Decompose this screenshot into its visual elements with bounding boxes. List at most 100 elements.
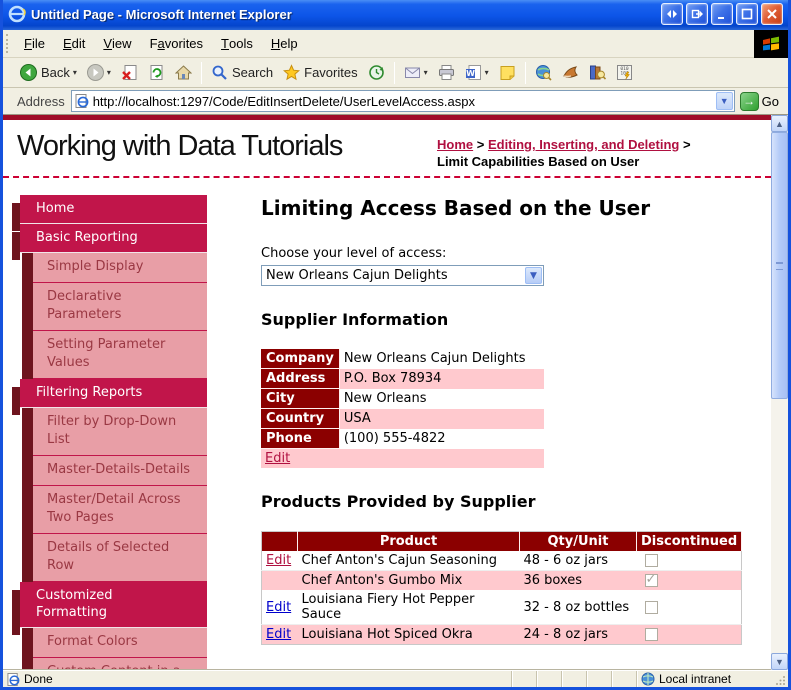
menu-tools[interactable]: Tools [212,30,262,57]
breadcrumb-separator: > [679,137,691,152]
mail-button[interactable]: ▾ [399,61,433,84]
resize-grip[interactable] [774,671,788,687]
sidebar-item-setting-parameter-values[interactable]: Setting Parameter Values [33,331,207,379]
home-button[interactable] [170,61,197,84]
sidebar-item-basic-reporting[interactable]: Basic Reporting [12,224,207,260]
titlebar-arrows-button[interactable] [661,3,683,25]
research-globe-button[interactable] [530,61,557,84]
sidebar-item-master-details-details[interactable]: Master-Details-Details [33,456,207,486]
word-dropdown-caret[interactable]: ▾ [485,68,489,77]
scrollbar-thumb[interactable] [771,132,788,399]
sidebar-item-home[interactable]: Home [12,195,207,231]
mail-dropdown-caret[interactable]: ▾ [424,68,428,77]
supplier-field-label: Address [261,368,340,389]
site-title: Working with Data Tutorials [17,130,343,162]
stop-icon [122,65,137,80]
discontinued-checkbox[interactable] [644,628,658,641]
table-row: City New Orleans [261,388,545,409]
status-pane: Done [3,672,511,686]
product-name-cell: Louisiana Fiery Hot Pepper Sauce [297,590,520,625]
scroll-up-button[interactable]: ▲ [771,115,788,132]
product-qty-cell: 24 - 8 oz jars [519,624,637,645]
supplier-field-value: USA [339,408,545,429]
sidebar-item-simple-display[interactable]: Simple Display [33,253,207,283]
forward-button[interactable]: ▾ [82,61,116,84]
research-books-button[interactable] [584,61,611,84]
back-dropdown-caret[interactable]: ▾ [73,68,77,77]
window-title: Untitled Page - Microsoft Internet Explo… [31,6,292,22]
product-edit-link[interactable]: Edit [266,553,291,568]
go-label: Go [761,93,779,109]
product-name-cell: Chef Anton's Cajun Seasoning [297,551,520,571]
breadcrumb-section-link[interactable]: Editing, Inserting, and Deleting [488,137,679,152]
stop-button[interactable] [116,61,143,84]
breadcrumb-home-link[interactable]: Home [437,137,473,152]
fox-icon [562,66,578,78]
maximize-button[interactable] [736,3,758,25]
scroll-down-button[interactable]: ▼ [771,653,788,670]
menu-view[interactable]: View [94,30,140,57]
table-row: Company New Orleans Cajun Delights [261,349,545,369]
favorites-button[interactable]: Favorites [278,61,362,84]
titlebar-popout-button[interactable] [686,3,708,25]
horizontal-arrows-icon [667,10,677,18]
sticky-note-icon [500,66,515,80]
menu-help[interactable]: Help [262,30,307,57]
home-icon [174,65,192,80]
refresh-button[interactable] [143,61,170,84]
supplier-edit-link[interactable]: Edit [265,451,290,466]
sidebar-item-details-of-selected-row[interactable]: Details of Selected Row [33,534,207,582]
status-cell [611,671,636,687]
minimize-button[interactable] [711,3,733,25]
table-row: Country USA [261,408,545,429]
sidebar-item-filter-by-dropdown-list[interactable]: Filter by Drop-Down List [33,408,207,456]
product-edit-link[interactable]: Edit [266,627,291,642]
sidebar-group-filtering-reports: Filter by Drop-Down List Master-Details-… [22,408,207,582]
access-level-selected-value: New Orleans Cajun Delights [266,268,448,283]
supplier-table: Company New Orleans Cajun Delights Addre… [261,349,545,468]
sidebar-item-custom-content[interactable]: Custom Content in a [33,658,207,670]
product-edit-link[interactable]: Edit [266,600,291,615]
menu-favorites[interactable]: Fa vorites [141,30,212,57]
page-viewport: Working with Data Tutorials Home > Editi… [3,115,771,670]
page-title: Limiting Access Based on the User [261,196,651,220]
supplier-field-label: City [261,388,340,409]
edit-with-word-button[interactable]: W ▾ [460,61,494,84]
main-content: Limiting Access Based on the User Choose… [261,195,743,645]
binary-tool-button[interactable]: 010 101 [611,61,638,84]
menu-file[interactable]: File [15,30,54,57]
sidebar-item-declarative-parameters[interactable]: Declarative Parameters [33,283,207,331]
supplier-field-label: Phone [261,428,340,449]
sidebar-item-customized-formatting[interactable]: Customized Formatting [12,582,207,635]
print-button[interactable] [433,61,460,84]
address-input[interactable]: http://localhost:1297/Code/EditInsertDel… [70,90,735,112]
discontinued-checkbox[interactable] [644,600,658,614]
close-button[interactable] [761,3,783,25]
windows-logo-throbber [754,30,788,58]
breadcrumb: Home > Editing, Inserting, and Deleting … [437,130,757,170]
status-cell [586,671,611,687]
sidebar-group-customized-formatting: Format Colors Custom Content in a [22,628,207,670]
vertical-scrollbar[interactable]: ▲ ▼ [771,115,788,670]
address-url[interactable]: http://localhost:1297/Code/EditInsertDel… [93,94,715,109]
access-level-select[interactable]: New Orleans Cajun Delights ▼ [261,265,544,286]
forward-dropdown-caret[interactable]: ▾ [107,68,111,77]
fox-tool-button[interactable] [557,61,584,84]
select-chevron-icon[interactable]: ▼ [525,267,542,284]
notes-button[interactable] [494,61,521,84]
go-button[interactable]: → Go [735,90,784,113]
sidebar-item-format-colors[interactable]: Format Colors [33,628,207,658]
search-button[interactable]: Search [206,61,278,84]
address-label: Address [17,93,65,109]
back-button[interactable]: Back ▾ [15,61,82,84]
discontinued-checkbox[interactable] [644,554,658,567]
sidebar-item-filtering-reports[interactable]: Filtering Reports [12,379,207,415]
maximize-icon [741,8,753,20]
history-button[interactable] [363,61,390,84]
discontinued-checkbox[interactable] [644,572,658,587]
address-dropdown-button[interactable]: ▼ [715,92,733,110]
menubar-grip[interactable] [6,34,13,53]
menu-edit[interactable]: Edit [54,30,94,57]
sidebar-item-master-detail-across-two-pages[interactable]: Master/Detail Across Two Pages [33,486,207,534]
table-row: Edit Chef Anton's Cajun Seasoning 48 - 6… [261,551,742,571]
